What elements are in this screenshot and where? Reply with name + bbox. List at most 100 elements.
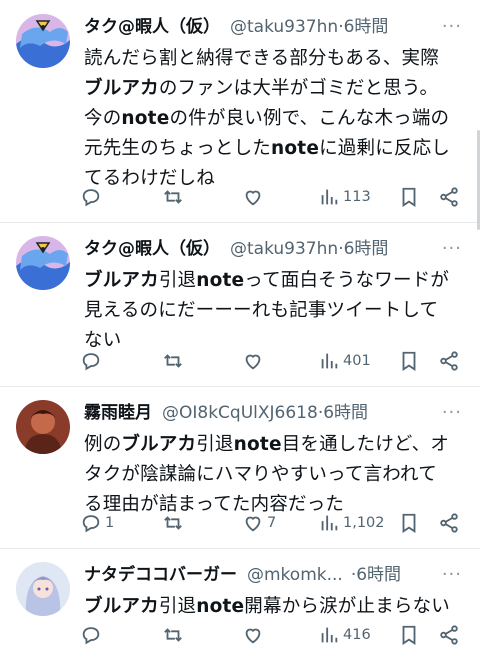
- tweet-text-line: ブルアカ引退note開幕から涙が止まらない: [84, 592, 472, 622]
- more-options-icon[interactable]: ···: [442, 14, 462, 40]
- view-count: 401: [343, 353, 371, 369]
- tweet-text-line: ブルアカのファンは大半がゴミだと思う。: [84, 74, 472, 104]
- bookmark-icon: [402, 187, 416, 207]
- bold-keyword: note: [233, 434, 282, 455]
- text-run: に過剰に反応し: [319, 138, 450, 159]
- retweet-button[interactable]: [162, 346, 187, 376]
- text-run: 今の: [84, 108, 122, 129]
- heart-icon: [245, 628, 261, 644]
- text-run: 例の: [84, 434, 122, 455]
- bold-keyword: ブルアカ: [84, 596, 159, 617]
- reply-icon: [82, 627, 100, 645]
- share-icon: [440, 625, 458, 645]
- views-button[interactable]: 113: [318, 182, 371, 212]
- reply-icon: [82, 189, 100, 207]
- reply-button[interactable]: [80, 620, 105, 650]
- avatar[interactable]: [16, 400, 70, 454]
- text-run: って面白そうなワードが: [244, 270, 450, 291]
- bookmark-button[interactable]: [398, 346, 420, 376]
- more-options-icon[interactable]: ···: [442, 236, 462, 262]
- timestamp[interactable]: 6時間: [344, 17, 389, 37]
- tweet-text-line: 元先生のちょっとしたnoteに過剰に反応し: [84, 134, 472, 164]
- tweet[interactable]: タク@暇人（仮） @taku937hn·6時間 ··· 読んだら割と納得できる部分…: [0, 0, 480, 223]
- tweet-header: タク@暇人（仮） @taku937hn·6時間: [84, 236, 440, 262]
- share-button[interactable]: [438, 346, 460, 376]
- view-count: 113: [343, 189, 371, 205]
- bookmark-button[interactable]: [398, 182, 420, 212]
- share-icon: [440, 351, 458, 371]
- reply-button[interactable]: [80, 182, 105, 212]
- tweet-text: ブルアカ引退noteって面白そうなワードが見えるのにだーーーれも記事ツイートして…: [84, 266, 472, 356]
- bold-keyword: ブルアカ: [84, 270, 159, 291]
- bookmark-icon: [402, 513, 416, 533]
- tweet-header: ナタデココバーガー @mkomk... ·6時間: [84, 562, 440, 588]
- timestamp[interactable]: 6時間: [344, 239, 389, 259]
- bold-keyword: note: [271, 138, 320, 159]
- reply-count: 1: [105, 515, 115, 531]
- like-button[interactable]: [242, 620, 267, 650]
- share-button[interactable]: [438, 508, 460, 538]
- heart-icon: [245, 190, 261, 206]
- retweet-button[interactable]: [162, 620, 187, 650]
- avatar[interactable]: [16, 14, 70, 68]
- retweet-icon: [164, 190, 182, 204]
- text-run: 読んだら割と納得できる部分もある、実際: [84, 48, 439, 69]
- tweet-text-line: ブルアカ引退noteって面白そうなワードが: [84, 266, 472, 296]
- tweet-text-line: 読んだら割と納得できる部分もある、実際: [84, 44, 472, 74]
- tweet[interactable]: ナタデココバーガー @mkomk... ·6時間 ··· ブルアカ引退note開幕か…: [0, 548, 480, 665]
- retweet-icon: [164, 354, 182, 368]
- text-run: 見えるのにだーーーれも記事ツイートして: [84, 300, 439, 321]
- views-button[interactable]: 1,102: [318, 508, 385, 538]
- more-options-icon[interactable]: ···: [442, 562, 462, 588]
- text-run: のファンは大半がゴミだと思う。: [158, 78, 439, 99]
- timestamp[interactable]: 6時間: [356, 565, 401, 585]
- bookmark-icon: [402, 351, 416, 371]
- display-name[interactable]: タク@暇人（仮）: [84, 17, 220, 37]
- tweet[interactable]: 霧雨睦月 @OI8kCqUlXJ6618·6時間 ··· 例のブルアカ引退note…: [0, 386, 480, 549]
- tweet-text-line: 今のnoteの件が良い例で、こんな木っ端の: [84, 104, 472, 134]
- tweet-header: 霧雨睦月 @OI8kCqUlXJ6618·6時間: [84, 400, 440, 426]
- avatar[interactable]: [16, 236, 70, 290]
- timestamp[interactable]: 6時間: [323, 403, 368, 423]
- retweet-button[interactable]: [162, 182, 187, 212]
- share-button[interactable]: [438, 182, 460, 212]
- user-handle[interactable]: @taku937hn: [230, 239, 338, 259]
- views-icon: [321, 353, 338, 369]
- display-name[interactable]: タク@暇人（仮）: [84, 239, 220, 259]
- views-icon: [321, 189, 338, 205]
- like-button[interactable]: [242, 346, 267, 376]
- text-run: の件が良い例で、こんな木っ端の: [169, 108, 450, 129]
- display-name[interactable]: 霧雨睦月: [84, 403, 152, 423]
- views-button[interactable]: 416: [318, 620, 371, 650]
- heart-icon: [245, 516, 261, 532]
- bold-keyword: note: [121, 108, 170, 129]
- tweet-text: ブルアカ引退note開幕から涙が止まらない: [84, 592, 472, 622]
- views-icon: [321, 515, 338, 531]
- retweet-button[interactable]: [162, 508, 187, 538]
- retweet-icon: [164, 516, 182, 530]
- tweet-header: タク@暇人（仮） @taku937hn·6時間: [84, 14, 440, 40]
- user-handle[interactable]: @OI8kCqUlXJ6618: [162, 403, 318, 423]
- text-run: タクが陰謀論にハマりやすいって言われて: [84, 464, 437, 485]
- bookmark-button[interactable]: [398, 508, 420, 538]
- reply-button[interactable]: [80, 346, 105, 376]
- avatar[interactable]: [16, 562, 70, 616]
- bookmark-button[interactable]: [398, 620, 420, 650]
- share-button[interactable]: [438, 620, 460, 650]
- retweet-icon: [164, 628, 182, 642]
- tweet-text-line: タクが陰謀論にハマりやすいって言われて: [84, 460, 472, 490]
- more-options-icon[interactable]: ···: [442, 400, 462, 426]
- like-button[interactable]: [242, 182, 267, 212]
- display-name[interactable]: ナタデココバーガー: [84, 565, 237, 585]
- text-run: 元先生のちょっとした: [84, 138, 272, 159]
- user-handle[interactable]: @taku937hn: [230, 17, 338, 37]
- bold-keyword: ブルアカ: [84, 78, 159, 99]
- action-bar: 113: [78, 182, 468, 212]
- reply-button[interactable]: 1: [80, 508, 114, 538]
- views-button[interactable]: 401: [318, 346, 371, 376]
- tweet-text: 読んだら割と納得できる部分もある、実際 ブルアカのファンは大半がゴミだと思う。 今の…: [84, 44, 472, 194]
- like-button[interactable]: 7: [242, 508, 276, 538]
- tweet[interactable]: タク@暇人（仮） @taku937hn·6時間 ··· ブルアカ引退noteって面…: [0, 222, 480, 387]
- user-handle[interactable]: @mkomk...: [247, 565, 343, 585]
- heart-icon: [245, 354, 261, 370]
